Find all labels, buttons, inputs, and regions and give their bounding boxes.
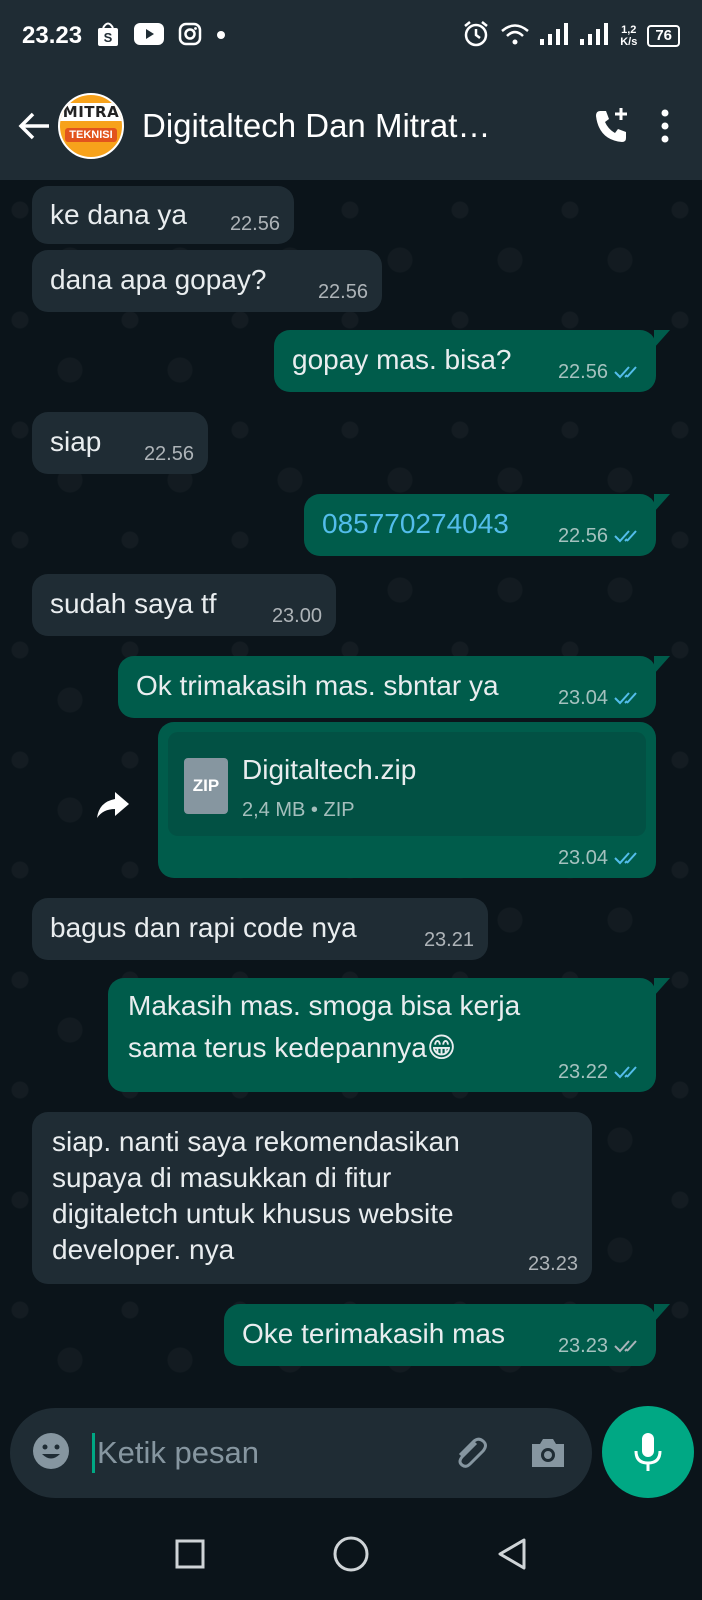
chat-header: MITRA TEKNISI Digitaltech Dan Mitrat… — [0, 72, 702, 180]
svg-text:S: S — [104, 30, 113, 45]
file-message[interactable]: ZIP Digitaltech.zip 2,4 MB • ZIP 23.04 — [158, 722, 656, 878]
message-text-line: developer. nya — [52, 1234, 235, 1265]
delivered-ticks-icon — [614, 1340, 637, 1353]
message-time: 23.04 — [557, 687, 608, 709]
message-text-line: siap. nanti saya rekomendasikan — [52, 1126, 460, 1157]
message-incoming[interactable]: siap 22.56 — [32, 412, 208, 474]
message-time: 22.56 — [557, 361, 608, 383]
chat-area[interactable]: ke dana ya 22.56 dana apa gopay? 22.56 g… — [0, 180, 702, 1408]
message-incoming[interactable]: dana apa gopay? 22.56 — [32, 250, 382, 312]
avatar[interactable]: MITRA TEKNISI — [58, 93, 124, 159]
avatar-bottom-text: TEKNISI — [65, 128, 117, 142]
status-bar: 23.23 S 1,2 K/s 76 — [0, 0, 702, 72]
read-ticks-icon — [614, 692, 637, 705]
net-speed-value: 1,2 — [621, 24, 637, 36]
file-attachment[interactable]: ZIP Digitaltech.zip 2,4 MB • ZIP — [168, 732, 646, 836]
read-ticks-icon — [614, 366, 637, 379]
status-time: 23.23 — [22, 22, 83, 49]
message-composer: Ketik pesan — [10, 1408, 592, 1498]
microphone-icon — [634, 1433, 662, 1471]
message-incoming[interactable]: sudah saya tf 23.00 — [32, 574, 336, 636]
message-time: 23.04 — [557, 847, 608, 869]
more-options-icon[interactable] — [640, 98, 690, 154]
message-time: 22.56 — [557, 525, 608, 547]
youtube-icon — [134, 22, 165, 50]
message-incoming[interactable]: bagus dan rapi code nya 23.21 — [32, 898, 488, 960]
instagram-icon — [178, 22, 202, 51]
signal-icon — [540, 22, 570, 50]
alarm-icon — [462, 20, 490, 53]
add-call-icon[interactable] — [584, 98, 640, 154]
net-speed-unit: K/s — [620, 36, 638, 48]
message-incoming[interactable]: ke dana ya 22.56 — [32, 186, 294, 244]
message-time: 23.00 — [271, 605, 322, 627]
message-time: 22.56 — [143, 443, 194, 465]
read-ticks-icon — [614, 1066, 637, 1079]
message-outgoing[interactable]: 085770274043 22.56 — [304, 494, 670, 556]
message-time: 23.21 — [423, 929, 474, 951]
read-ticks-icon — [614, 852, 637, 865]
system-nav-bar — [0, 1508, 702, 1600]
message-text: bagus dan rapi code nya — [50, 912, 357, 943]
file-info: 2,4 MB • ZIP — [242, 799, 355, 821]
message-outgoing[interactable]: Makasih mas. smoga bisa kerja sama terus… — [108, 978, 670, 1092]
message-time: 23.22 — [557, 1061, 608, 1083]
message-time: 23.23 — [527, 1253, 578, 1275]
emoji-icon[interactable] — [30, 1430, 72, 1477]
signal-icon — [580, 22, 610, 50]
forward-icon[interactable] — [90, 782, 136, 828]
message-time: 23.23 — [557, 1335, 608, 1357]
message-outgoing[interactable]: Oke terimakasih mas 23.23 — [224, 1304, 670, 1366]
dot-icon — [216, 27, 226, 45]
message-time: 22.56 — [317, 281, 368, 303]
message-text-line: Makasih mas. smoga bisa kerja — [128, 990, 521, 1021]
back-arrow-icon[interactable] — [12, 104, 56, 148]
message-incoming[interactable]: siap. nanti saya rekomendasikan supaya d… — [32, 1112, 592, 1284]
home-button[interactable] — [321, 1524, 381, 1584]
message-outgoing[interactable]: gopay mas. bisa? 22.56 — [274, 330, 670, 392]
shopee-icon: S — [96, 21, 120, 52]
message-time: 22.56 — [229, 213, 280, 235]
grin-emoji: 😁 — [426, 1032, 457, 1063]
recents-button[interactable] — [160, 1524, 220, 1584]
attach-icon[interactable] — [446, 1429, 494, 1477]
voice-record-button[interactable] — [602, 1406, 694, 1498]
wifi-icon — [500, 22, 530, 51]
avatar-top-text: MITRA — [60, 103, 122, 121]
battery-icon: 76 — [647, 25, 680, 47]
zip-file-icon: ZIP — [184, 758, 228, 814]
message-outgoing[interactable]: Ok trimakasih mas. sbntar ya 23.04 — [118, 656, 670, 718]
message-input[interactable]: Ketik pesan — [97, 1435, 259, 1471]
read-ticks-icon — [614, 530, 637, 543]
contact-name[interactable]: Digitaltech Dan Mitrat… — [142, 107, 522, 145]
file-name: Digitaltech.zip — [242, 754, 417, 785]
text-cursor — [92, 1433, 95, 1473]
message-text-line: digitaletch untuk khusus website — [52, 1198, 454, 1229]
back-button[interactable] — [482, 1524, 542, 1584]
message-text-line: supaya di masukkan di fitur — [52, 1162, 392, 1193]
camera-icon[interactable] — [524, 1429, 572, 1477]
net-speed: 1,2 K/s — [620, 24, 637, 48]
message-text-line: sama terus kedepannya — [128, 1032, 427, 1063]
